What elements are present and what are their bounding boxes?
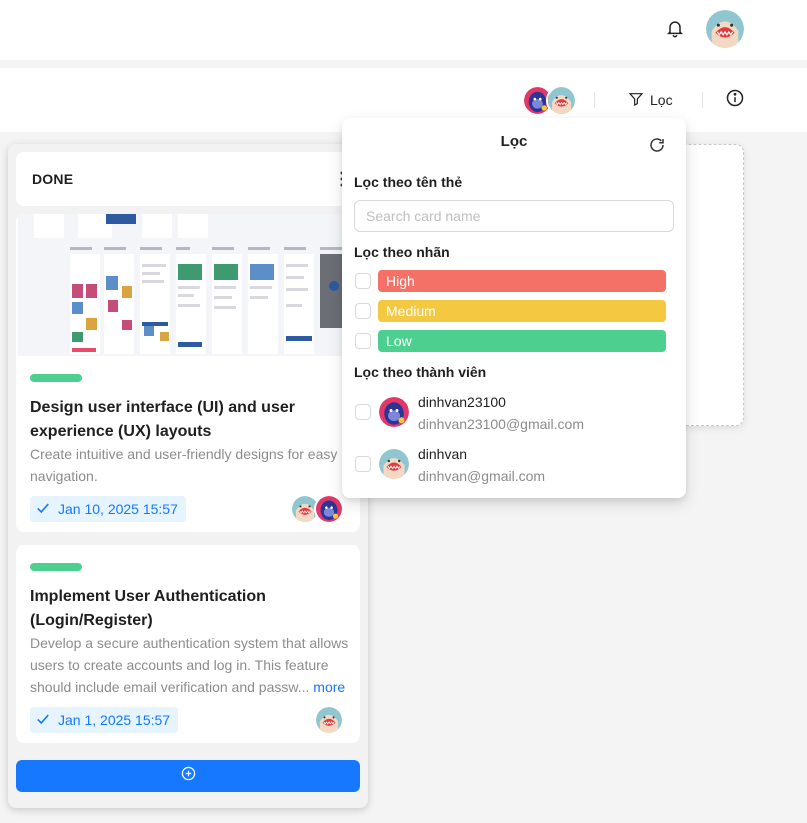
card-title: Implement User Authentication (Login/Reg… [30, 588, 266, 629]
filter-by-label-heading: Lọc theo nhãn [354, 244, 450, 260]
member-checkbox[interactable] [355, 456, 371, 472]
plus-circle-icon [181, 766, 196, 786]
column-title: DONE [32, 171, 74, 187]
card-cover-image [18, 214, 358, 356]
card-member-avatar[interactable] [314, 705, 344, 735]
divider [702, 92, 703, 108]
filter-by-member-heading: Lọc theo thành viên [354, 364, 487, 380]
board-members[interactable] [522, 85, 582, 117]
member-avatar[interactable] [546, 85, 577, 116]
due-date-text: Jan 10, 2025 15:57 [58, 501, 178, 517]
member-checkbox[interactable] [355, 404, 371, 420]
card-description: Create intuitive and user-friendly desig… [30, 446, 338, 484]
bell-icon[interactable] [665, 18, 685, 38]
task-card[interactable]: Implement User Authentication (Login/Reg… [16, 545, 360, 743]
more-link[interactable]: more [313, 679, 345, 695]
refresh-icon[interactable] [648, 136, 666, 154]
member-name: dinhvan [418, 446, 468, 462]
check-icon [36, 501, 50, 518]
filter-button[interactable]: Lọc [618, 84, 683, 116]
member-avatar [379, 397, 409, 427]
card-description: Develop a secure authentication system t… [30, 632, 350, 698]
label-high-tag[interactable]: High [378, 270, 666, 292]
filter-label: Lọc [650, 92, 673, 108]
due-date-badge[interactable]: Jan 10, 2025 15:57 [30, 496, 186, 522]
label-high-checkbox[interactable] [355, 273, 371, 289]
card-label [30, 374, 82, 382]
filter-icon [628, 91, 644, 110]
label-medium-tag[interactable]: Medium [378, 300, 666, 322]
card-member-avatar[interactable] [314, 494, 344, 524]
card-description-text: Develop a secure authentication system t… [30, 635, 349, 695]
divider [594, 92, 595, 108]
column-done: DONE Design user interface (UI) and user… [8, 144, 368, 808]
label-low-checkbox[interactable] [355, 333, 371, 349]
popover-title: Lọc [500, 133, 528, 150]
label-medium-checkbox[interactable] [355, 303, 371, 319]
card-title: Design user interface (UI) and user expe… [30, 399, 295, 440]
filter-by-name-heading: Lọc theo tên thẻ [354, 174, 463, 190]
add-card-button[interactable] [16, 760, 360, 792]
due-date-badge[interactable]: Jan 1, 2025 15:57 [30, 707, 179, 733]
check-icon [36, 712, 50, 729]
info-icon[interactable] [725, 88, 745, 108]
filter-popover: Lọc Lọc theo tên thẻ Lọc theo nhãn High … [342, 118, 686, 498]
search-card-input[interactable] [354, 200, 674, 232]
task-card[interactable]: Design user interface (UI) and user expe… [16, 214, 360, 532]
member-email: dinhvan23100@gmail.com [418, 416, 584, 432]
member-name: dinhvan23100 [418, 394, 506, 410]
due-date-text: Jan 1, 2025 15:57 [58, 712, 171, 728]
label-low-tag[interactable]: Low [378, 330, 666, 352]
app-top-bar [0, 0, 807, 60]
member-email: dinhvan@gmail.com [418, 468, 546, 484]
card-label [30, 563, 82, 571]
user-avatar[interactable] [706, 10, 744, 48]
member-avatar [379, 449, 409, 479]
column-header: DONE [16, 152, 360, 206]
